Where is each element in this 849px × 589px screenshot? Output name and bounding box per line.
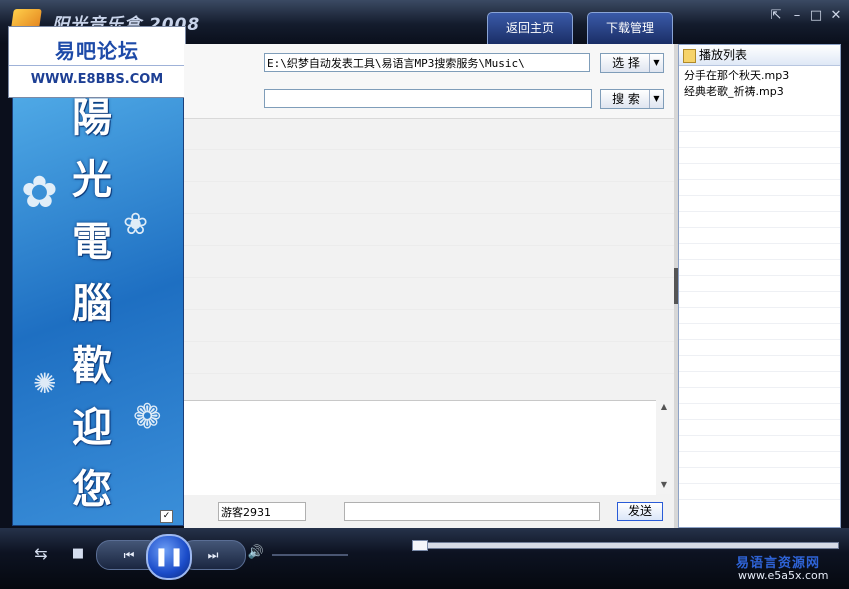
volume-icon[interactable]: 🔊 [246, 545, 266, 560]
row-divider [184, 309, 674, 310]
send-button[interactable]: 发送 [617, 502, 663, 521]
choose-button-label: 选 择 [612, 56, 640, 70]
progress-thumb[interactable] [412, 540, 428, 551]
playlist-row-divider [679, 323, 840, 324]
row-divider [184, 277, 674, 278]
playlist-row-divider [679, 211, 840, 212]
banner-url: WWW.E8BBS.COM [30, 72, 164, 87]
flower-decoration-icon: ✿ [21, 167, 58, 218]
sidebar-checkbox[interactable]: ✓ [160, 510, 173, 523]
playlist-row-divider [679, 387, 840, 388]
search-input[interactable] [264, 89, 592, 108]
chevron-down-icon[interactable]: ▼ [649, 54, 663, 72]
scroll-down-icon[interactable]: ▼ [656, 480, 672, 492]
chat-scrollbar[interactable]: ▲ ▼ [656, 400, 672, 494]
row-divider [184, 341, 674, 342]
message-input[interactable] [344, 502, 600, 521]
shuffle-icon[interactable]: ⇆ [30, 544, 52, 563]
main-panel: E:\织梦自动发表工具\易语言MP3搜索服务\Music\ 选 择 ▼ 搜 索 … [184, 44, 674, 528]
playlist-row-divider [679, 243, 840, 244]
playlist-row-divider [679, 467, 840, 468]
playlist-row-divider [679, 451, 840, 452]
playlist-row-divider [679, 291, 840, 292]
playlist-row-divider [679, 227, 840, 228]
banner-name: 易吧论坛 [55, 39, 139, 63]
sidebar-welcome-panel: ✿ ❀ ✺ ❁ 陽 光 電 腦 歡 迎 您 [12, 96, 184, 526]
username-field[interactable]: 游客2931 [218, 502, 306, 521]
row-divider [184, 181, 674, 182]
close-window-icon[interactable]: ✕ [828, 8, 844, 24]
search-button[interactable]: 搜 索 ▼ [600, 89, 664, 109]
playlist-row-divider [679, 179, 840, 180]
playlist-row-divider [679, 371, 840, 372]
welcome-char: 歡 [72, 342, 112, 389]
playlist-row-divider [679, 419, 840, 420]
playlist-row-divider [679, 355, 840, 356]
chat-log[interactable] [184, 400, 656, 495]
chevron-down-icon[interactable]: ▼ [649, 90, 663, 108]
pause-button[interactable]: ❚❚ [146, 534, 192, 580]
playlist-row-divider [679, 483, 840, 484]
row-divider [184, 245, 674, 246]
forum-banner: 易吧论坛 WWW.E8BBS.COM [8, 26, 186, 98]
welcome-char: 電 [72, 218, 112, 265]
minimize-window-icon[interactable]: – [789, 8, 805, 24]
playlist-row-divider [679, 499, 840, 500]
search-panel: E:\织梦自动发表工具\易语言MP3搜索服务\Music\ 选 择 ▼ 搜 索 … [184, 44, 674, 119]
volume-slider[interactable] [272, 554, 348, 556]
row-divider [184, 373, 674, 374]
search-button-label: 搜 索 [612, 92, 640, 106]
flower-decoration-icon: ❁ [133, 397, 162, 437]
tab-download-manager[interactable]: 下载管理 [587, 12, 673, 44]
maximize-window-icon[interactable]: □ [808, 8, 824, 24]
results-area[interactable] [184, 119, 674, 395]
welcome-char: 腦 [72, 280, 112, 327]
playlist-row-divider [679, 195, 840, 196]
playlist-row-divider [679, 131, 840, 132]
music-path-input[interactable]: E:\织梦自动发表工具\易语言MP3搜索服务\Music\ [264, 53, 590, 72]
flower-decoration-icon: ✺ [33, 367, 57, 400]
playlist-row-divider [679, 147, 840, 148]
playlist-row-divider [679, 275, 840, 276]
restore-window-icon[interactable]: ⇱ [768, 8, 784, 24]
playlist-row-divider [679, 339, 840, 340]
progress-bar[interactable] [412, 542, 839, 549]
welcome-char: 您 [72, 466, 112, 513]
playlist-icon [683, 49, 696, 63]
welcome-char: 陽 [72, 96, 112, 141]
banner-divider [9, 65, 185, 66]
scroll-up-icon[interactable]: ▲ [656, 402, 672, 414]
choose-button[interactable]: 选 择 ▼ [600, 53, 664, 73]
playlist-row-divider [679, 115, 840, 116]
playlist-row-divider [679, 435, 840, 436]
playlist-row-divider [679, 163, 840, 164]
welcome-text: 陽 光 電 腦 歡 迎 您 [57, 96, 127, 521]
chat-input-bar: 游客2931 发送 [184, 496, 674, 528]
playlist-item[interactable]: 经典老歌_祈祷.mp3 [684, 84, 784, 99]
welcome-char: 光 [72, 156, 112, 203]
tab-home[interactable]: 返回主页 [487, 12, 573, 44]
playlist-row-divider [679, 403, 840, 404]
watermark-url: www.e5a5x.com [738, 569, 829, 582]
playlist-row-divider [679, 307, 840, 308]
playlist-header: 播放列表 [679, 45, 840, 66]
row-divider [184, 213, 674, 214]
playlist-title: 播放列表 [699, 48, 748, 62]
playlist-panel: 播放列表 分手在那个秋天.mp3 经典老歌_祈祷.mp3 [678, 44, 841, 528]
stop-icon[interactable]: ■ [68, 546, 88, 561]
row-divider [184, 149, 674, 150]
welcome-char: 迎 [72, 404, 112, 451]
playlist-row-divider [679, 259, 840, 260]
player-controls: ⇆ ■ ⏮ ⏭ ❚❚ 🔊 [0, 528, 849, 589]
playlist-item[interactable]: 分手在那个秋天.mp3 [684, 68, 789, 83]
